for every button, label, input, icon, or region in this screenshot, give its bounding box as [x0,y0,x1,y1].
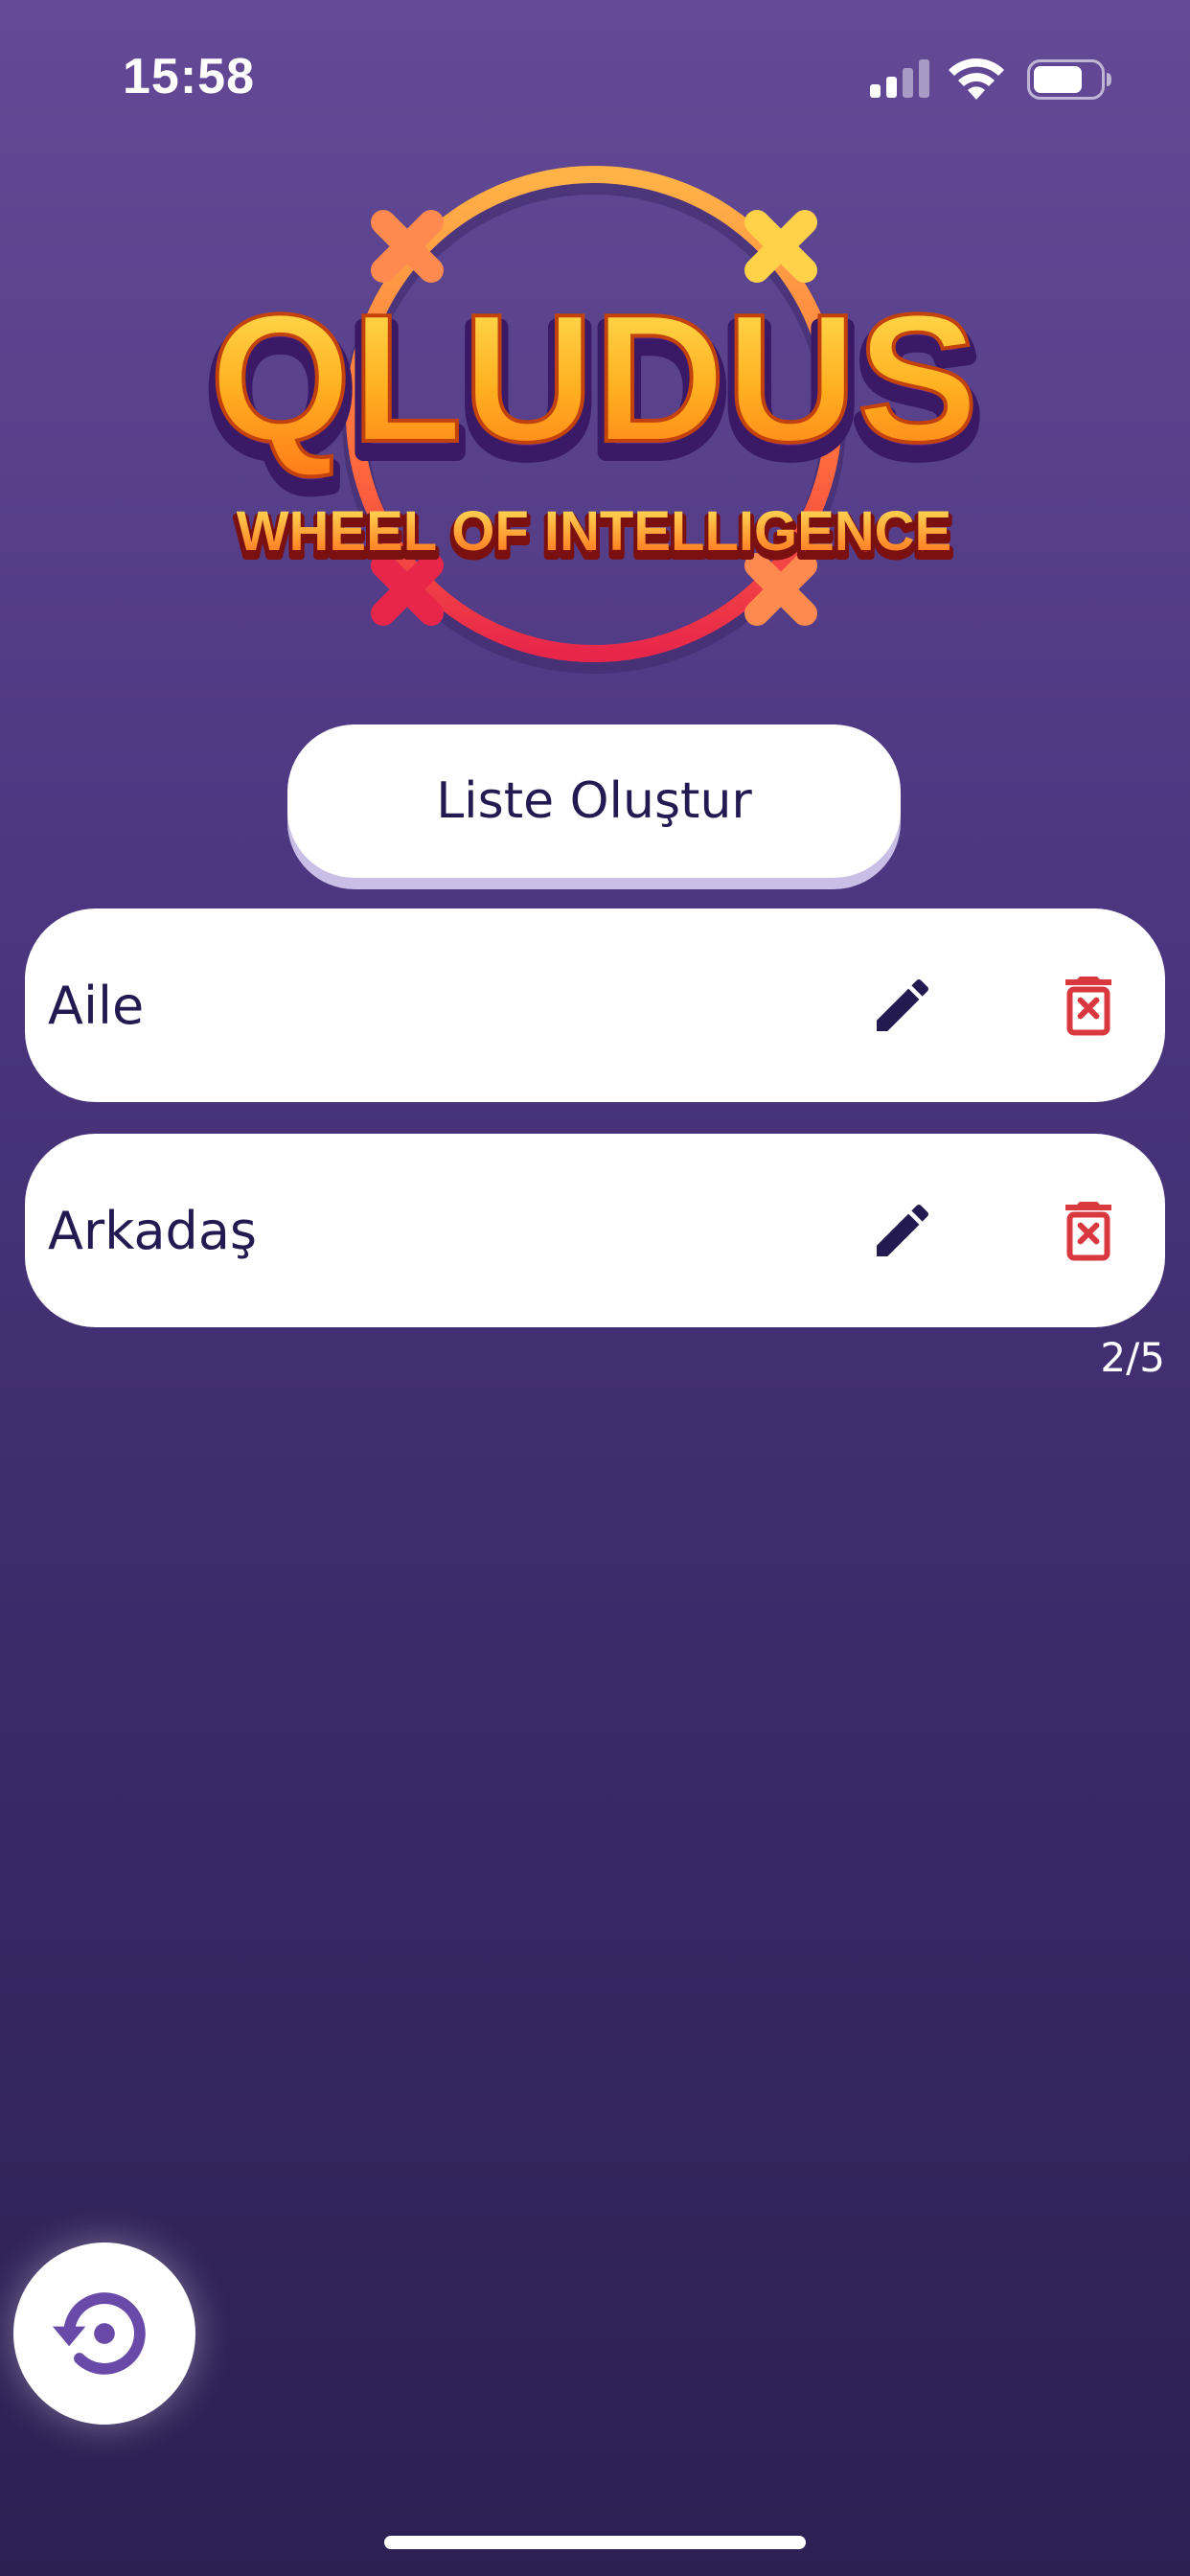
create-list-label: Liste Oluştur [436,772,752,830]
trash-x-icon [1065,1202,1111,1261]
trash-x-icon [1065,977,1111,1036]
logo-subtitle: WHEEL OF INTELLIGENCE [237,500,952,563]
pencil-icon [877,978,929,1031]
logo-title: QLUDUS [210,277,978,480]
edit-button[interactable] [855,957,950,1053]
restore-icon [52,2292,146,2375]
list-item-name: Aile [48,975,145,1036]
delete-button[interactable] [1041,1183,1136,1278]
pencil-icon [877,1204,929,1256]
wifi-icon [949,58,1004,100]
cellular-signal-icon [870,59,929,98]
battery-icon [1027,59,1111,100]
edit-button[interactable] [855,1183,950,1278]
delete-button[interactable] [1041,957,1136,1053]
create-list-button[interactable]: Liste Oluştur [287,724,901,878]
home-indicator[interactable] [384,2536,806,2549]
app-logo: QLUDUS QLUDUS WHEEL OF INTELLIGENCE WHEE… [163,163,1025,700]
list-count: 2/5 [1100,1334,1165,1381]
list-item-name: Arkadaş [48,1200,258,1261]
list-item[interactable]: Arkadaş [25,1134,1165,1327]
status-time: 15:58 [123,49,255,104]
list-item[interactable]: Aile [25,908,1165,1102]
reset-button[interactable] [13,2242,195,2425]
